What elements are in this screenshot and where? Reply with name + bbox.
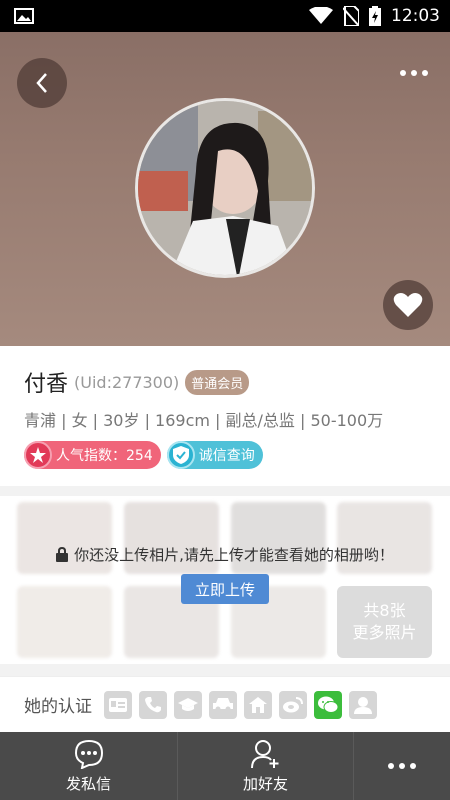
profile-uid: (Uid:277300)	[74, 372, 180, 392]
add-friend-label: 加好友	[242, 774, 288, 793]
upload-now-button[interactable]: 立即上传	[181, 574, 269, 604]
add-person-icon	[250, 739, 278, 768]
chevron-left-icon	[36, 73, 47, 93]
battery-charging-icon	[369, 6, 381, 26]
wechat-icon[interactable]	[314, 690, 342, 719]
bottom-action-bar: 发私信 加好友	[0, 732, 450, 800]
verification-label: 她的认证	[24, 697, 92, 717]
credit-check-label: 诚信查询	[198, 448, 255, 464]
profile-info: 付香 (Uid:277300) 普通会员 青浦 | 女 | 30岁 | 169c…	[0, 346, 450, 486]
phone-icon[interactable]	[139, 690, 167, 719]
member-badge: 普通会员	[185, 369, 250, 395]
heart-icon	[393, 293, 423, 317]
avatar[interactable]	[135, 98, 315, 278]
clock: 12:03	[391, 6, 440, 26]
profile-details: 青浦 | 女 | 30岁 | 169cm | 副总/总监 | 50-100万	[24, 411, 384, 430]
education-icon[interactable]	[174, 690, 202, 719]
lock-icon	[56, 547, 69, 562]
more-options-button[interactable]	[394, 60, 434, 86]
send-message-label: 发私信	[65, 774, 111, 793]
profile-header	[0, 32, 450, 346]
popularity-badge[interactable]: 人气指数：254	[24, 441, 161, 469]
more-photos-tile[interactable]: 共8张 更多照片	[337, 586, 432, 658]
house-icon[interactable]	[244, 690, 272, 719]
verification-row: 她的认证	[0, 676, 450, 732]
image-notification-icon	[14, 8, 34, 24]
send-message-button[interactable]: 发私信	[0, 732, 178, 800]
photo-thumb[interactable]	[17, 586, 112, 658]
profile-name: 付香	[24, 372, 69, 397]
wifi-icon	[309, 7, 333, 24]
no-sim-icon	[343, 6, 359, 26]
more-photos-label: 更多照片	[352, 623, 417, 642]
photo-gallery: 共8张 更多照片 你还没上传相片,请先上传才能查看她的相册哟！ 立即上传	[0, 496, 450, 664]
person-icon[interactable]	[349, 690, 377, 719]
favorite-button[interactable]	[383, 280, 433, 330]
more-actions-button[interactable]	[354, 732, 450, 800]
photo-count: 共8张	[363, 601, 406, 620]
add-friend-button[interactable]: 加好友	[178, 732, 354, 800]
status-bar: 12:03	[0, 0, 450, 32]
more-icon	[400, 70, 406, 76]
avatar-photo	[138, 101, 312, 275]
star-icon	[30, 447, 46, 463]
id-card-icon[interactable]	[104, 690, 132, 719]
locked-notice: 你还没上传相片,请先上传才能查看她的相册哟！	[0, 544, 450, 565]
locked-message: 你还没上传相片,请先上传才能查看她的相册哟！	[74, 546, 394, 564]
weibo-icon[interactable]	[279, 690, 307, 719]
back-button[interactable]	[17, 58, 67, 108]
credit-check-button[interactable]: 诚信查询	[166, 441, 263, 469]
shield-check-icon	[172, 446, 189, 464]
chat-bubble-icon	[74, 739, 103, 769]
popularity-label: 人气指数：254	[56, 448, 153, 464]
more-icon	[388, 763, 394, 769]
car-icon[interactable]	[209, 690, 237, 719]
